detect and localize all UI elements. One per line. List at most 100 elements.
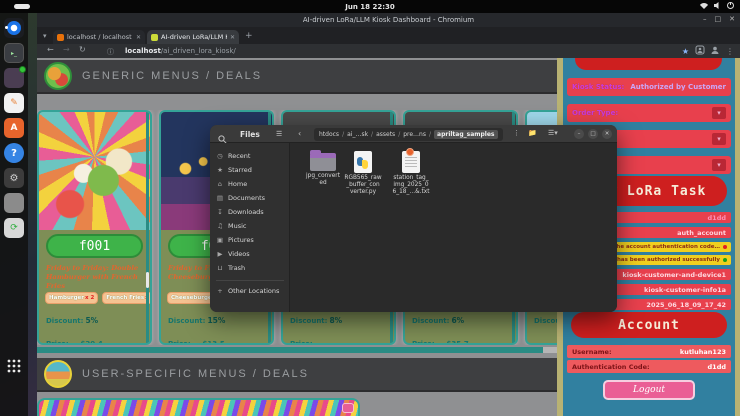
hamburger-menu-icon[interactable]: ☰	[276, 130, 282, 138]
maximize-button[interactable]: □	[588, 129, 598, 139]
breadcrumb-segment[interactable]: assets	[376, 131, 395, 138]
files-content-area[interactable]: jpg_convert ed RGB565_raw _buffer_con ve…	[291, 143, 617, 312]
dropdown-icon[interactable]: ▾	[712, 133, 726, 145]
logout-button[interactable]: Logout	[603, 380, 695, 400]
breadcrumb-segment[interactable]: pre…ns	[403, 131, 426, 138]
files-window: Files ☰ ‹ htdocs/ ai_…sk/ assets/ pre…ns…	[210, 125, 617, 312]
emblem-badge	[406, 148, 414, 156]
sidebar-item-documents[interactable]: ▤Documents	[216, 192, 286, 204]
document-icon: ▤	[216, 194, 224, 202]
tab-favicon	[151, 34, 158, 41]
tab-close-icon[interactable]: ✕	[136, 34, 141, 41]
view-toggle-icon[interactable]: ☰▾	[548, 129, 558, 137]
sidebar-item-pictures[interactable]: ▣Pictures	[216, 234, 286, 246]
forward-icon[interactable]: →	[63, 45, 70, 54]
user-menus-title: USER-SPECIFIC MENUS / DEALS	[82, 368, 309, 380]
site-info-icon[interactable]: ⓘ	[107, 47, 114, 57]
address-bar[interactable]: localhost/ai_driven_lora_kiosk/	[125, 47, 236, 55]
close-button[interactable]: ✕	[729, 15, 735, 23]
scrollbar-thumb[interactable]	[37, 347, 543, 353]
new-folder-icon[interactable]: 📁	[528, 129, 537, 137]
tab-kiosk-dashboard[interactable]: AI-driven LoRa/LLM Kio ✕	[147, 30, 239, 44]
back-chevron-icon[interactable]: ‹	[298, 129, 301, 138]
wifi-icon[interactable]	[700, 2, 708, 9]
card-corner-badge	[342, 403, 354, 413]
sidebar-item-trash[interactable]: ⊔Trash	[216, 262, 286, 274]
maximize-button[interactable]: □	[715, 15, 722, 23]
path-menu-dots-icon[interactable]: ⋮	[513, 129, 520, 137]
card-scrollbar[interactable]	[146, 112, 149, 343]
breadcrumb-segment[interactable]: ai_…sk	[347, 131, 368, 138]
tab-label: localhost / localhost / a	[67, 33, 133, 41]
horizontal-scrollbar[interactable]	[37, 347, 557, 353]
kiosk-status-row: Kiosk Status: Authorized by Customer	[567, 78, 731, 96]
browser-titlebar[interactable]: AI-driven LoRa/LLM Kiosk Dashboard - Chr…	[37, 13, 740, 27]
clock[interactable]: Jun 18 22:30	[0, 3, 740, 11]
price-row: Price: … $20.4	[46, 340, 103, 345]
sidebar-item-videos[interactable]: ▶Videos	[216, 248, 286, 260]
discount-row: Discount:8%	[290, 316, 342, 325]
files-app-title: Files	[240, 130, 260, 139]
user-menu-card[interactable]	[37, 398, 360, 416]
sidebar-item-starred[interactable]: ★Starred	[216, 164, 286, 176]
dropdown-icon[interactable]: ▾	[712, 107, 726, 119]
file-station-tag-txt[interactable]: station_tag_ img_2025_0 6_18_…&.txt	[387, 151, 435, 196]
tab-close-icon[interactable]: ✕	[230, 34, 235, 41]
dock-terminal-icon[interactable]: ▸_	[4, 43, 24, 63]
user-menus-logo	[44, 360, 72, 388]
discount-row: Discount:6%	[412, 316, 464, 325]
sidebar-item-recent[interactable]: ◷Recent	[216, 150, 286, 162]
bookmark-star-icon[interactable]: ★	[682, 47, 689, 56]
minimize-button[interactable]: –	[574, 129, 584, 139]
breadcrumb[interactable]: htdocs/ ai_…sk/ assets/ pre…ns/ apriltag…	[314, 128, 503, 141]
row-label: Username:	[572, 348, 612, 356]
dock-utility-icon[interactable]	[4, 193, 24, 213]
breadcrumb-segment-current[interactable]: apriltag_samples	[434, 130, 498, 139]
dock-help-icon[interactable]: ?	[4, 143, 24, 163]
video-icon: ▶	[216, 250, 224, 258]
username-row: Username: kutluhan123	[567, 345, 731, 358]
generic-menus-title: GENERIC MENUS / DEALS	[82, 70, 262, 82]
sidebar-item-downloads[interactable]: ↧Downloads	[216, 206, 286, 218]
sidebar-item-other-locations[interactable]: +Other Locations	[216, 285, 286, 297]
menu-id-pill: f001	[46, 234, 143, 258]
folder-icon	[310, 153, 336, 171]
dock-orange-app-icon[interactable]: A	[4, 118, 24, 138]
account-header[interactable]: Account	[571, 312, 727, 338]
window-title: AI-driven LoRa/LLM Kiosk Dashboard - Chr…	[37, 16, 740, 24]
text-file-icon	[402, 151, 420, 173]
tab-search-icon[interactable]: ▾	[43, 32, 47, 40]
star-icon: ★	[216, 166, 224, 174]
sidebar-item-music[interactable]: ♫Music	[216, 220, 286, 232]
app-grid-icon[interactable]	[4, 356, 24, 376]
file-rgb565-converter-py[interactable]: RGB565_raw _buffer_con verter.py	[339, 151, 387, 196]
dock-text-editor-icon[interactable]: ✎	[4, 93, 24, 113]
close-button[interactable]: ✕	[602, 129, 612, 139]
new-tab-button[interactable]: +	[245, 31, 253, 41]
avatar-icon[interactable]	[711, 46, 719, 56]
tag-chip: Hamburgerx 2	[45, 292, 98, 304]
dock-settings-icon[interactable]: ⚙	[4, 168, 24, 188]
sidebar-item-home[interactable]: ⌂Home	[216, 178, 286, 190]
dock-software-updater-icon[interactable]: ⟳	[4, 218, 24, 238]
generic-menus-header: GENERIC MENUS / DEALS	[37, 60, 557, 94]
dock-chromium-icon[interactable]	[4, 18, 24, 38]
menu-card-f001[interactable]: f001 Friday to Friday: Double Hamburger …	[37, 110, 152, 345]
menu-dots-icon[interactable]: ⋮	[726, 47, 734, 56]
breadcrumb-segment[interactable]: htdocs	[319, 131, 339, 138]
minimize-button[interactable]: –	[703, 15, 707, 23]
python-file-icon	[354, 151, 372, 173]
generic-menus-logo	[44, 62, 72, 90]
volume-icon[interactable]	[714, 2, 721, 9]
dock-files-icon[interactable]	[4, 68, 24, 88]
order-type-row[interactable]: Order Type: ▾	[567, 104, 731, 122]
profile-frame-icon[interactable]	[696, 46, 704, 56]
row-value: Authorized by Customer	[630, 83, 726, 91]
dropdown-icon[interactable]: ▾	[712, 159, 726, 171]
power-icon[interactable]	[727, 2, 734, 9]
back-icon[interactable]: ←	[47, 45, 54, 54]
files-headerbar[interactable]: Files ☰ ‹ htdocs/ ai_…sk/ assets/ pre…ns…	[210, 125, 617, 143]
tab-favicon	[57, 34, 64, 41]
tab-localhost[interactable]: localhost / localhost / a ✕	[53, 30, 145, 44]
reload-icon[interactable]: ↻	[79, 45, 86, 54]
